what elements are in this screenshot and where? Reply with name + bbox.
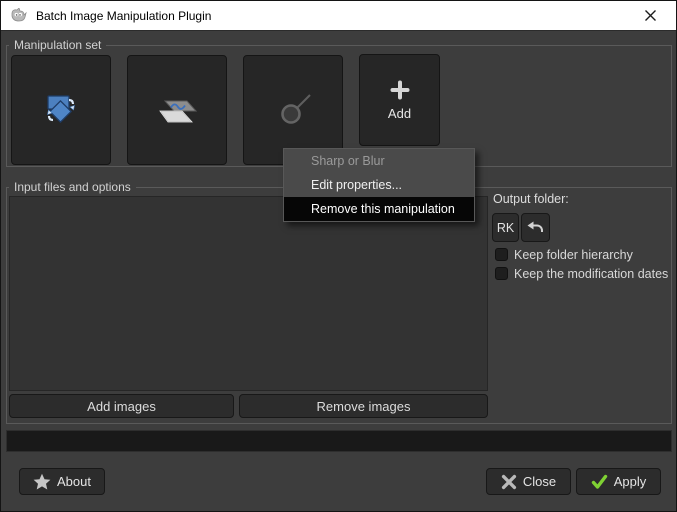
window-close-button[interactable] bbox=[632, 1, 668, 30]
close-icon bbox=[644, 10, 656, 21]
keep-modification-dates-label: Keep the modification dates bbox=[514, 266, 669, 281]
manipulation-set-label: Manipulation set bbox=[9, 37, 107, 53]
about-label: About bbox=[57, 474, 91, 489]
curves-icon bbox=[159, 100, 198, 123]
window-title: Batch Image Manipulation Plugin bbox=[36, 8, 212, 23]
checkmark-icon bbox=[591, 474, 607, 489]
gimp-wilber-icon bbox=[10, 8, 27, 23]
output-folder-button-label: RK bbox=[496, 220, 515, 235]
about-button[interactable]: About bbox=[19, 468, 105, 495]
close-x-icon bbox=[501, 474, 516, 489]
remove-images-button[interactable]: Remove images bbox=[239, 394, 488, 418]
close-label: Close bbox=[522, 474, 557, 489]
keep-folder-hierarchy-label: Keep folder hierarchy bbox=[514, 247, 633, 262]
close-button[interactable]: Close bbox=[486, 468, 571, 495]
undo-arrow-icon bbox=[527, 221, 543, 232]
add-images-button[interactable]: Add images bbox=[9, 394, 234, 418]
output-folder-label: Output folder: bbox=[493, 192, 569, 206]
keep-modification-dates-row: Keep the modification dates bbox=[495, 266, 668, 281]
manipulation-curves-button[interactable] bbox=[127, 55, 227, 165]
add-images-label: Add images bbox=[87, 398, 156, 414]
bimp-dialog-window: Batch Image Manipulation Plugin Manipula… bbox=[0, 0, 677, 512]
apply-label: Apply bbox=[613, 474, 647, 489]
keep-folder-hierarchy-checkbox[interactable] bbox=[495, 248, 508, 261]
output-folder-button[interactable]: RK bbox=[492, 213, 519, 242]
titlebar[interactable]: Batch Image Manipulation Plugin bbox=[1, 1, 676, 31]
reset-output-folder-button[interactable] bbox=[521, 213, 550, 242]
plus-icon bbox=[390, 80, 409, 99]
star-icon bbox=[33, 473, 51, 489]
menu-item-remove-manipulation[interactable]: Remove this manipulation bbox=[284, 197, 474, 221]
input-files-label: Input files and options bbox=[9, 179, 136, 195]
add-manipulation-button[interactable]: Add bbox=[359, 54, 440, 146]
menu-item-edit-properties[interactable]: Edit properties... bbox=[284, 173, 474, 197]
input-files-group: Input files and options Add images Remov… bbox=[6, 179, 672, 424]
keep-folder-hierarchy-row: Keep folder hierarchy bbox=[495, 247, 633, 262]
sharp-blur-icon bbox=[281, 94, 311, 124]
context-menu-header: Sharp or Blur bbox=[311, 154, 385, 168]
progress-bar bbox=[6, 430, 672, 452]
add-button-label: Add bbox=[387, 105, 412, 121]
input-file-list[interactable] bbox=[9, 196, 488, 391]
apply-button[interactable]: Apply bbox=[576, 468, 661, 495]
keep-modification-dates-checkbox[interactable] bbox=[495, 267, 508, 280]
rotate-icon bbox=[47, 95, 75, 124]
manipulation-context-menu: Sharp or Blur Edit properties... Remove … bbox=[283, 148, 475, 222]
manipulation-rotate-button[interactable] bbox=[11, 55, 111, 165]
remove-images-label: Remove images bbox=[316, 398, 411, 414]
